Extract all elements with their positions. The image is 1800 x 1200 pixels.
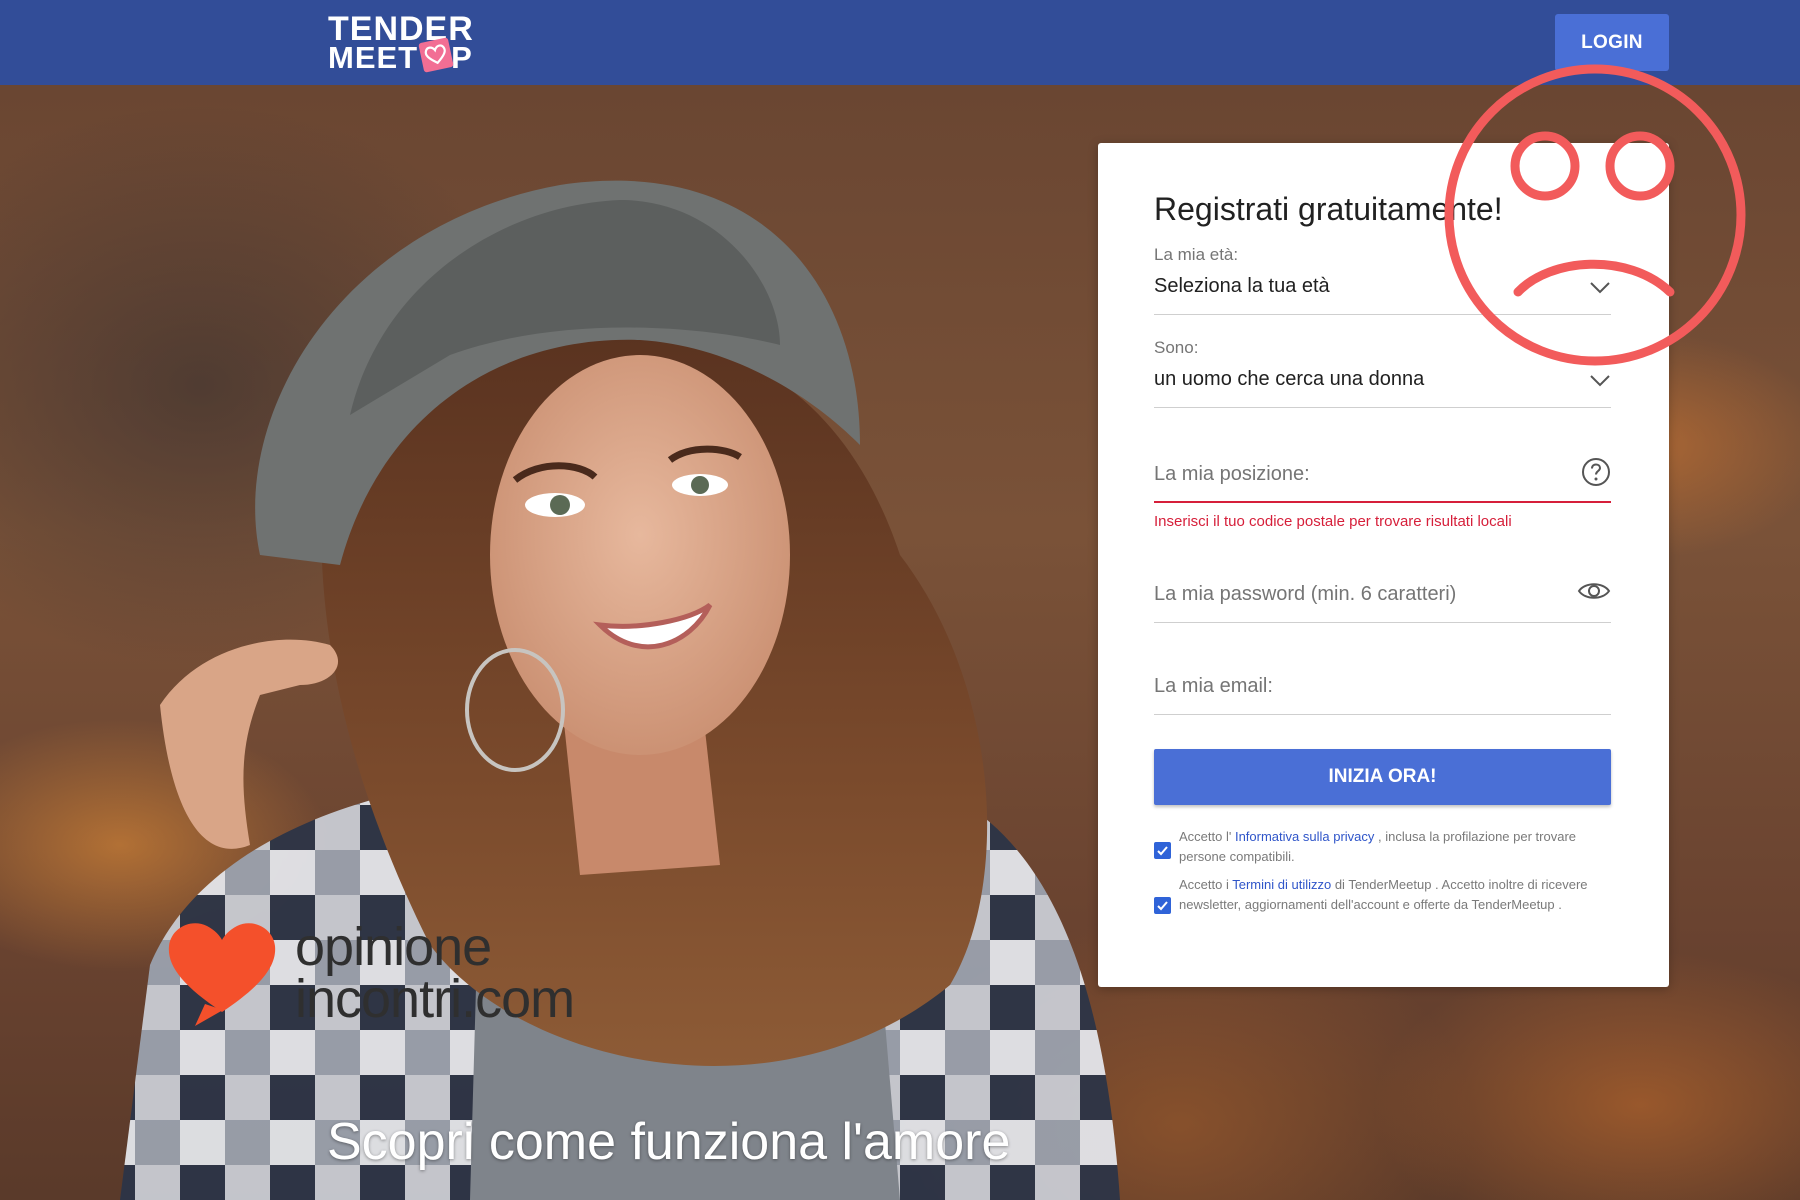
terms-consent: Accetto i Termini di utilizzo di TenderM… (1154, 875, 1611, 939)
email-underline (1154, 714, 1611, 715)
heart-icon (168, 923, 276, 1026)
email-placeholder: La mia email: (1154, 675, 1273, 697)
hero-tagline: Scopri come funziona l'amore (327, 1113, 1011, 1171)
password-underline (1154, 622, 1611, 623)
gender-value: un uomo che cerca una donna (1154, 368, 1425, 390)
password-placeholder: La mia password (min. 6 caratteri) (1154, 583, 1457, 605)
privacy-checkbox[interactable] (1154, 842, 1171, 859)
gender-underline (1154, 407, 1611, 408)
email-input[interactable]: La mia email: (1154, 665, 1611, 725)
privacy-consent-text: Accetto l' Informativa sulla privacy , i… (1179, 827, 1609, 867)
gender-label: Sono: (1154, 338, 1199, 357)
privacy-policy-link[interactable]: Informativa sulla privacy (1235, 829, 1374, 844)
privacy-consent: Accetto l' Informativa sulla privacy , i… (1154, 827, 1611, 871)
privacy-text-before: Accetto l' (1179, 829, 1235, 844)
opinioneincontri-watermark: opinione incontri.com (165, 920, 645, 1030)
help-icon[interactable] (1581, 457, 1611, 492)
position-error-message: Inserisci il tuo codice postale per trov… (1154, 513, 1512, 530)
position-input[interactable]: La mia posizione: Inserisci il tuo codic… (1154, 443, 1611, 533)
position-placeholder: La mia posizione: (1154, 463, 1310, 485)
terms-of-use-link[interactable]: Termini di utilizzo (1232, 877, 1331, 892)
watermark-line-2: incontri.com (295, 969, 575, 1029)
watermark-line-1: opinione (295, 917, 492, 977)
position-underline-error (1154, 501, 1611, 503)
terms-checkbox[interactable] (1154, 897, 1171, 914)
tendermeetup-logo[interactable]: TENDER MEET UP (328, 12, 508, 73)
password-input[interactable]: La mia password (min. 6 caratteri) (1154, 573, 1611, 633)
sad-face-icon (1444, 64, 1746, 366)
chevron-down-icon (1589, 374, 1611, 393)
heart-stamp-icon (418, 37, 454, 73)
start-now-button[interactable]: INIZIA ORA! (1154, 749, 1611, 805)
terms-consent-text: Accetto i Termini di utilizzo di TenderM… (1179, 875, 1609, 915)
age-value: Seleziona la tua età (1154, 275, 1330, 297)
terms-text-before: Accetto i (1179, 877, 1233, 892)
eye-icon[interactable] (1577, 579, 1611, 608)
age-label: La mia età: (1154, 245, 1239, 264)
